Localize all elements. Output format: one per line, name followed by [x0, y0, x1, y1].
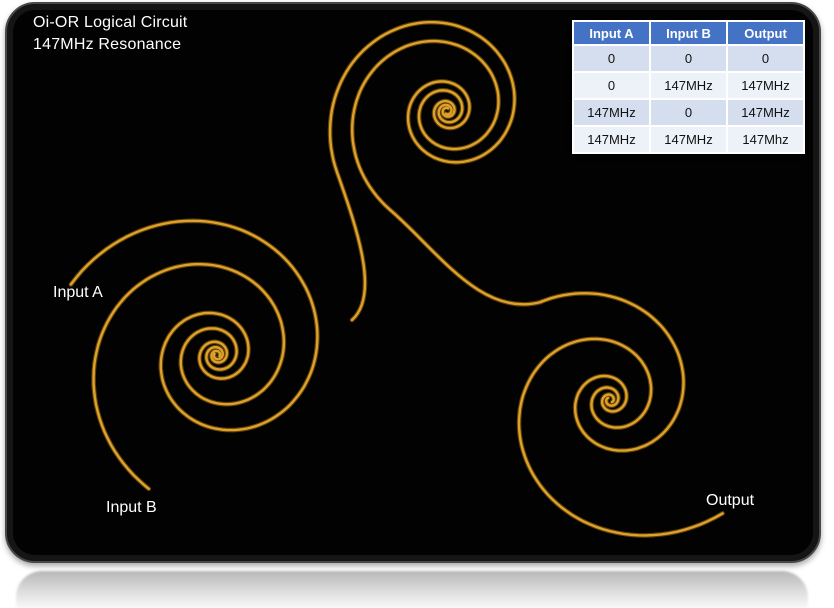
- truth-table-header-output: Output: [728, 22, 803, 44]
- truth-table-row: 0 0 0: [574, 46, 803, 71]
- truth-table-row: 147MHz 147MHz 147Mhz: [574, 127, 803, 152]
- truth-table-cell: 147MHz: [728, 100, 803, 125]
- truth-table-cell: 147MHz: [651, 73, 726, 98]
- panel-reflection: [16, 571, 808, 608]
- figure-title: Oi-OR Logical Circuit 147MHz Resonance: [33, 12, 187, 56]
- truth-table-row: 0 147MHz 147MHz: [574, 73, 803, 98]
- truth-table-header-input-b: Input B: [651, 22, 726, 44]
- output-label: Output: [706, 492, 754, 510]
- input-b-label: Input B: [106, 499, 157, 517]
- truth-table-header-row: Input A Input B Output: [574, 22, 803, 44]
- truth-table-cell: 0: [728, 46, 803, 71]
- truth-table-cell: 147Mhz: [728, 127, 803, 152]
- truth-table-cell: 0: [651, 100, 726, 125]
- truth-table-cell: 147MHz: [728, 73, 803, 98]
- truth-table-cell: 0: [574, 73, 649, 98]
- title-line-1: Oi-OR Logical Circuit: [33, 12, 187, 34]
- truth-table-cell: 147MHz: [574, 127, 649, 152]
- truth-table-cell: 0: [651, 46, 726, 71]
- truth-table-row: 147MHz 0 147MHz: [574, 100, 803, 125]
- title-line-2: 147MHz Resonance: [33, 34, 187, 56]
- input-a-label: Input A: [53, 284, 103, 302]
- truth-table: Input A Input B Output 0 0 0 0 147MHz 14…: [572, 20, 805, 154]
- truth-table-cell: 147MHz: [651, 127, 726, 152]
- truth-table-header-input-a: Input A: [574, 22, 649, 44]
- truth-table-cell: 0: [574, 46, 649, 71]
- truth-table-cell: 147MHz: [574, 100, 649, 125]
- slide-page: Oi-OR Logical Circuit 147MHz Resonance I…: [0, 0, 834, 608]
